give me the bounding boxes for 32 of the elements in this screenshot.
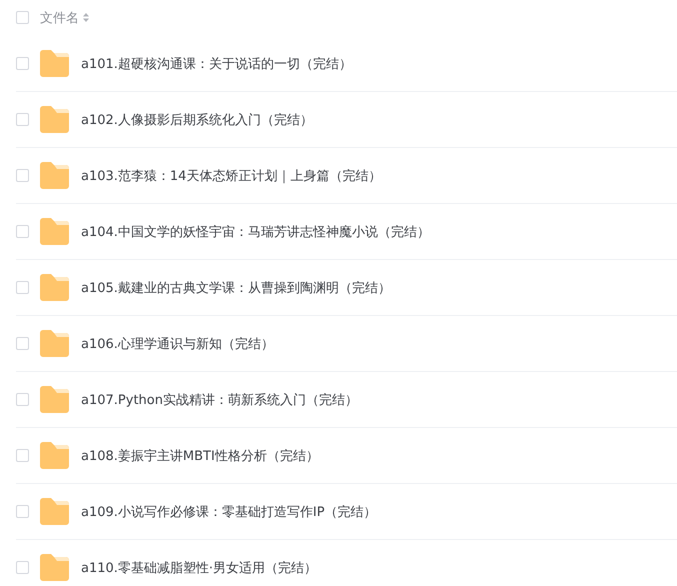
checkbox[interactable] [16, 169, 29, 182]
folder-icon [40, 442, 69, 469]
folder-icon [40, 106, 69, 133]
file-name[interactable]: a107.Python实战精讲：萌新系统入门（完结） [81, 390, 358, 408]
file-name[interactable]: a109.小说写作必修课：零基础打造写作IP（完结） [81, 502, 377, 520]
file-name[interactable]: a104.中国文学的妖怪宇宙：马瑞芳讲志怪神魔小说（完结） [81, 222, 430, 240]
checkbox[interactable] [16, 113, 29, 126]
file-name[interactable]: a106.心理学通识与新知（完结） [81, 334, 274, 352]
file-name[interactable]: a105.戴建业的古典文学课：从曹操到陶渊明（完结） [81, 278, 391, 296]
checkbox[interactable] [16, 561, 29, 574]
checkbox[interactable] [16, 505, 29, 518]
file-name[interactable]: a103.范李猿：14天体态矫正计划｜上身篇（完结） [81, 166, 382, 184]
file-name[interactable]: a101.超硬核沟通课：关于说话的一切（完结） [81, 54, 352, 72]
sort-icon[interactable] [83, 13, 89, 22]
checkbox[interactable] [16, 11, 29, 24]
checkbox[interactable] [16, 57, 29, 70]
folder-icon [40, 50, 69, 77]
folder-icon [40, 162, 69, 189]
checkbox[interactable] [16, 449, 29, 462]
checkbox[interactable] [16, 225, 29, 238]
folder-icon [40, 218, 69, 245]
file-name[interactable]: a110.零基础减脂塑性·男女适用（完结） [81, 558, 318, 576]
folder-icon [40, 330, 69, 357]
checkbox[interactable] [16, 393, 29, 406]
folder-icon [40, 274, 69, 301]
file-name[interactable]: a108.姜振宇主讲MBTI性格分析（完结） [81, 446, 319, 464]
checkbox[interactable] [16, 281, 29, 294]
file-name[interactable]: a102.人像摄影后期系统化入门（完结） [81, 110, 313, 128]
checkbox[interactable] [16, 337, 29, 350]
folder-icon [40, 386, 69, 413]
folder-icon [40, 498, 69, 525]
folder-icon [40, 554, 69, 581]
